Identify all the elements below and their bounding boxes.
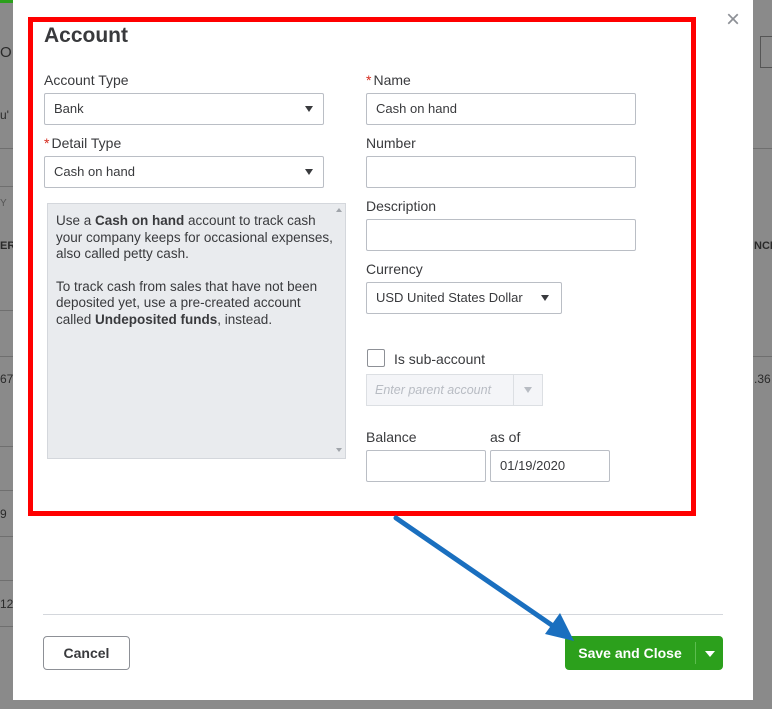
description-bold-text: Undeposited funds bbox=[95, 311, 218, 327]
account-type-value: Bank bbox=[54, 101, 84, 116]
description-paragraph: To track cash from sales that have not b… bbox=[56, 279, 333, 329]
name-label: * Name bbox=[366, 72, 411, 88]
background-divider bbox=[753, 148, 772, 149]
scroll-up-icon[interactable] bbox=[336, 208, 342, 212]
save-and-close-button-group: Save and Close bbox=[565, 636, 723, 670]
select-separator bbox=[513, 375, 514, 405]
background-divider bbox=[0, 580, 13, 581]
background-text: Y bbox=[0, 198, 7, 209]
description-text: , instead. bbox=[217, 311, 273, 327]
description-input[interactable] bbox=[366, 219, 636, 251]
background-text: .36 bbox=[754, 372, 771, 386]
background-divider bbox=[0, 446, 13, 447]
detail-type-value: Cash on hand bbox=[54, 164, 135, 179]
description-bold-text: Cash on hand bbox=[95, 213, 185, 228]
description-label: Description bbox=[366, 198, 437, 214]
background-divider bbox=[0, 536, 13, 537]
background-text: 9 bbox=[0, 507, 7, 521]
detail-type-description[interactable]: Use a Cash on hand account to track cash… bbox=[47, 203, 346, 459]
close-icon[interactable]: × bbox=[723, 8, 743, 32]
background-divider bbox=[0, 626, 13, 627]
currency-select[interactable]: USD United States Dollar bbox=[366, 282, 562, 314]
caret-down-icon bbox=[541, 295, 549, 301]
balance-label: Balance bbox=[366, 429, 417, 445]
sub-account-checkbox[interactable] bbox=[367, 349, 385, 367]
as-of-label: as of bbox=[490, 429, 521, 445]
balance-input[interactable] bbox=[366, 450, 486, 482]
caret-down-icon bbox=[705, 651, 715, 657]
background-divider bbox=[0, 310, 13, 311]
account-type-select[interactable]: Bank bbox=[44, 93, 324, 125]
account-type-label: Account Type bbox=[44, 72, 129, 88]
background-divider bbox=[0, 490, 13, 491]
save-options-dropdown[interactable] bbox=[696, 636, 723, 670]
background-divider bbox=[0, 148, 13, 149]
cancel-button[interactable]: Cancel bbox=[43, 636, 130, 670]
required-marker: * bbox=[44, 135, 50, 151]
caret-down-icon bbox=[305, 106, 313, 112]
as-of-date-input[interactable]: 01/19/2020 bbox=[490, 450, 610, 482]
background-divider bbox=[753, 356, 772, 357]
background-divider bbox=[0, 356, 13, 357]
background-text: NCE bbox=[754, 240, 772, 252]
caret-down-icon bbox=[524, 387, 532, 393]
background-text: u' bbox=[0, 108, 9, 122]
dialog-title: Account bbox=[44, 24, 128, 47]
footer-divider bbox=[43, 614, 723, 615]
detail-type-label-text: Detail Type bbox=[51, 135, 122, 151]
description-paragraph: Use a Cash on hand account to track cash… bbox=[56, 213, 333, 263]
detail-type-select[interactable]: Cash on hand bbox=[44, 156, 324, 188]
detail-type-label: * Detail Type bbox=[44, 135, 121, 151]
parent-account-select: Enter parent account bbox=[366, 374, 543, 406]
background-divider bbox=[0, 186, 13, 187]
caret-down-icon bbox=[305, 169, 313, 175]
parent-account-placeholder: Enter parent account bbox=[375, 383, 492, 397]
currency-label: Currency bbox=[366, 261, 423, 277]
number-label: Number bbox=[366, 135, 416, 151]
background-text: 67 bbox=[0, 372, 14, 386]
save-and-close-button[interactable]: Save and Close bbox=[565, 636, 695, 670]
background-text: O bbox=[0, 44, 12, 61]
background-text: 12 bbox=[0, 597, 14, 611]
scroll-down-icon[interactable] bbox=[336, 448, 342, 452]
number-input[interactable] bbox=[366, 156, 636, 188]
name-input[interactable]: Cash on hand bbox=[366, 93, 636, 125]
background-box bbox=[760, 36, 772, 68]
name-label-text: Name bbox=[373, 72, 411, 88]
currency-value: USD United States Dollar bbox=[376, 290, 523, 305]
required-marker: * bbox=[366, 72, 372, 88]
sub-account-label: Is sub-account bbox=[394, 351, 486, 367]
description-text: Use a bbox=[56, 213, 96, 228]
